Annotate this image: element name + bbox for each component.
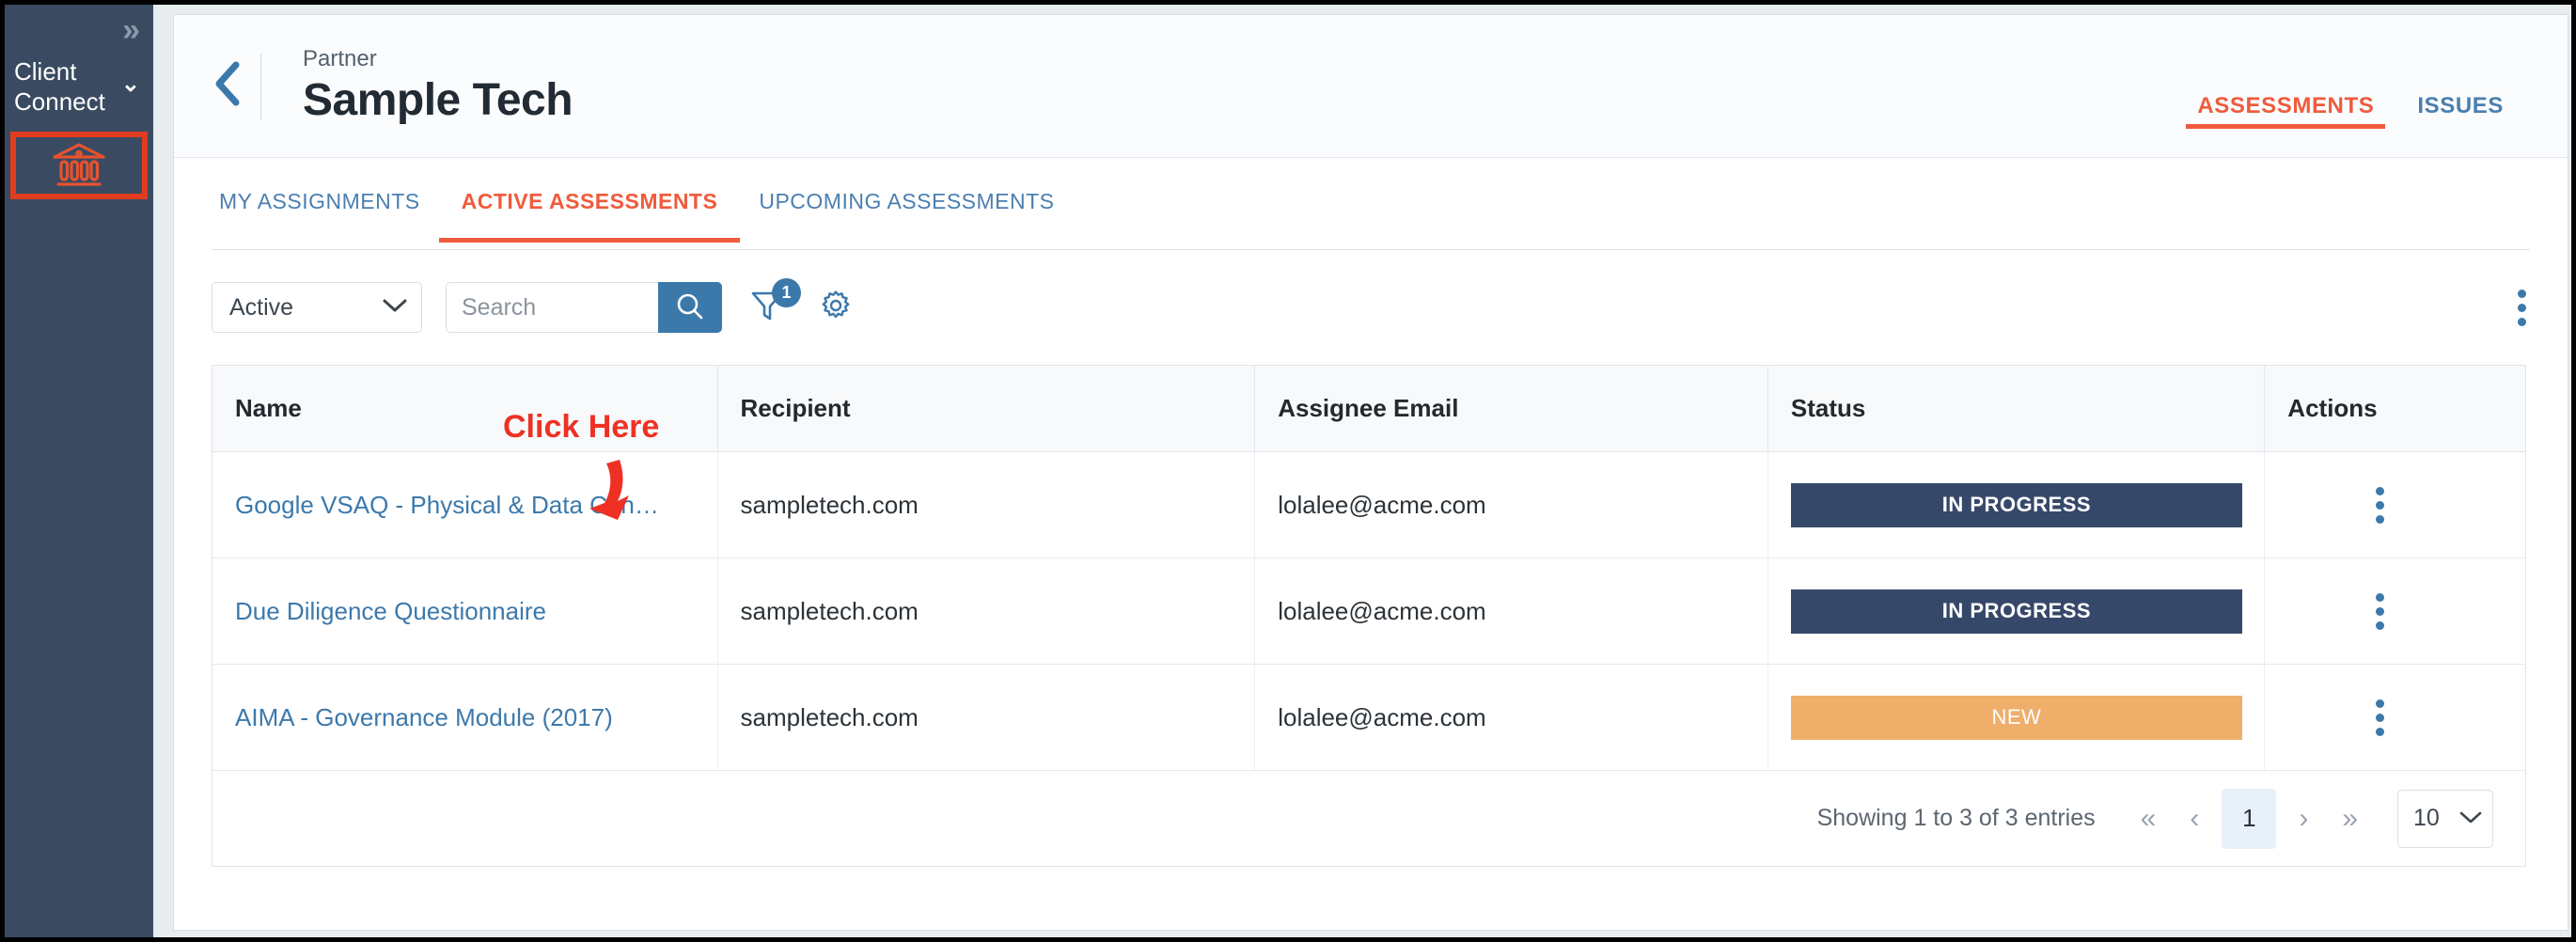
tab-assessments[interactable]: ASSESSMENTS xyxy=(2186,93,2386,157)
column-header-actions: Actions xyxy=(2264,366,2525,452)
search-input[interactable] xyxy=(446,282,658,333)
cell-recipient: sampletech.com xyxy=(717,664,1256,771)
cell-assignee-email: lolalee@acme.com xyxy=(1254,557,1768,665)
page-title: Sample Tech xyxy=(303,74,573,125)
sidebar: » Client Connect ⌄ xyxy=(5,5,153,937)
bank-institution-icon xyxy=(50,141,108,190)
status-filter-value: Active xyxy=(229,293,294,321)
column-header-recipient[interactable]: Recipient xyxy=(717,366,1256,452)
cell-recipient: sampletech.com xyxy=(717,557,1256,665)
page-card: Partner Sample Tech ASSESSMENTS ISSUES M… xyxy=(173,14,2568,931)
subtab-upcoming-assessments[interactable]: UPCOMING ASSESSMENTS xyxy=(751,166,1061,243)
column-header-status[interactable]: Status xyxy=(1767,366,2266,452)
search-group xyxy=(446,282,722,333)
cell-name: Due Diligence Questionnaire xyxy=(212,557,718,665)
page-title-group: Partner Sample Tech xyxy=(303,45,573,128)
cell-actions xyxy=(2264,664,2525,771)
cell-assignee-email: lolalee@acme.com xyxy=(1254,664,1768,771)
search-button[interactable] xyxy=(658,282,722,333)
subtab-my-assignments[interactable]: MY ASSIGNMENTS xyxy=(212,166,428,243)
column-header-name[interactable]: Name xyxy=(212,366,718,452)
status-badge: NEW xyxy=(1790,695,2242,740)
table-row: Due Diligence Questionnaire sampletech.c… xyxy=(212,557,2525,665)
settings-button[interactable] xyxy=(814,282,857,333)
filter-badge: 1 xyxy=(772,278,801,307)
kebab-vertical-icon xyxy=(2518,289,2526,298)
cell-status: NEW xyxy=(1767,664,2266,771)
header-divider xyxy=(260,53,261,119)
kebab-dot xyxy=(2375,500,2384,510)
assessment-name-link[interactable]: AIMA - Governance Module (2017) xyxy=(235,703,716,732)
pagination-next-button[interactable]: › xyxy=(2282,801,2325,837)
header-tabs: ASSESSMENTS ISSUES xyxy=(2165,15,2515,157)
page-size-select[interactable]: 10 xyxy=(2397,789,2493,848)
column-header-assignee-email[interactable]: Assignee Email xyxy=(1254,366,1768,452)
toolbar-overflow-button[interactable] xyxy=(2518,289,2526,326)
tab-issues[interactable]: ISSUES xyxy=(2406,93,2515,157)
pagination-last-button[interactable]: » xyxy=(2325,801,2375,837)
chevron-down-icon xyxy=(382,297,408,319)
sidebar-item-institution[interactable] xyxy=(10,132,148,199)
cell-name: Google VSAQ - Physical & Data Cen… xyxy=(212,451,718,558)
pagination-page-1[interactable]: 1 xyxy=(2222,788,2277,849)
back-button[interactable] xyxy=(198,59,257,113)
row-actions-button[interactable] xyxy=(2363,592,2396,630)
status-badge: IN PROGRESS xyxy=(1790,589,2242,634)
toolbar: Active Search 1 xyxy=(174,250,2568,365)
pagination: Showing 1 to 3 of 3 entries « ‹ 1 › » 10 xyxy=(212,771,2526,867)
kebab-vertical-icon xyxy=(2375,486,2384,495)
status-badge: IN PROGRESS xyxy=(1790,482,2242,527)
row-actions-button[interactable] xyxy=(2363,699,2396,736)
sidebar-expand-icon[interactable]: » xyxy=(122,14,140,46)
kebab-dot xyxy=(2375,713,2384,722)
cell-recipient: sampletech.com xyxy=(717,451,1256,558)
kebab-dot xyxy=(2375,514,2384,524)
assessments-table-container: Name Recipient Assignee Email Status Act… xyxy=(212,365,2526,771)
kebab-dot xyxy=(2518,303,2526,312)
status-filter-select[interactable]: Active xyxy=(212,282,422,333)
cell-name: AIMA - Governance Module (2017) xyxy=(212,664,718,771)
pagination-first-button[interactable]: « xyxy=(2124,801,2174,837)
kebab-vertical-icon xyxy=(2375,592,2384,602)
assessments-table: Name Recipient Assignee Email Status Act… xyxy=(212,366,2525,771)
pagination-prev-button[interactable]: ‹ xyxy=(2173,801,2216,837)
kebab-dot xyxy=(2375,727,2384,736)
chevron-down-icon[interactable]: ⌄ xyxy=(121,73,140,96)
assessment-name-link[interactable]: Due Diligence Questionnaire xyxy=(235,597,716,626)
table-header-row: Name Recipient Assignee Email Status Act… xyxy=(212,366,2525,452)
table-row: AIMA - Governance Module (2017) samplete… xyxy=(212,664,2525,771)
main-content: Partner Sample Tech ASSESSMENTS ISSUES M… xyxy=(153,5,2571,937)
subtab-active-assessments[interactable]: ACTIVE ASSESSMENTS xyxy=(438,166,741,243)
assessment-name-link[interactable]: Google VSAQ - Physical & Data Cen… xyxy=(235,491,716,520)
gear-icon xyxy=(819,289,853,327)
page-size-value: 10 xyxy=(2413,805,2440,831)
cell-assignee-email: lolalee@acme.com xyxy=(1254,451,1768,558)
pagination-info: Showing 1 to 3 of 3 entries xyxy=(1816,805,2096,831)
breadcrumb: Partner xyxy=(303,45,377,71)
cell-actions xyxy=(2264,451,2525,558)
subtabs: MY ASSIGNMENTS ACTIVE ASSESSMENTS UPCOMI… xyxy=(174,158,2568,250)
app-window: » Client Connect ⌄ Partner Sample Tech A… xyxy=(0,0,2576,942)
cell-actions xyxy=(2264,557,2525,665)
page-header: Partner Sample Tech ASSESSMENTS ISSUES xyxy=(174,15,2568,158)
kebab-dot xyxy=(2518,317,2526,326)
row-actions-button[interactable] xyxy=(2363,486,2396,524)
cell-status: IN PROGRESS xyxy=(1767,451,2266,558)
kebab-dot xyxy=(2375,606,2384,616)
kebab-vertical-icon xyxy=(2375,699,2384,708)
kebab-dot xyxy=(2375,620,2384,630)
chevron-left-icon xyxy=(212,59,243,113)
chevron-down-icon xyxy=(2458,805,2483,832)
cell-status: IN PROGRESS xyxy=(1767,557,2266,665)
filter-button[interactable]: 1 xyxy=(746,278,801,333)
table-row: Google VSAQ - Physical & Data Cen… sampl… xyxy=(212,451,2525,558)
search-icon xyxy=(674,290,706,325)
